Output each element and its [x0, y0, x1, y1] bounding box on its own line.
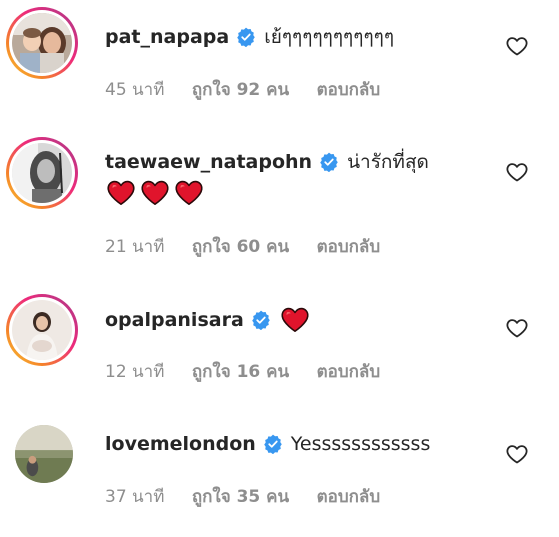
reply-button[interactable]: ตอบกลับ	[317, 79, 381, 101]
heart-outline-icon[interactable]	[505, 316, 529, 340]
reply-button[interactable]: ตอบกลับ	[317, 486, 381, 508]
comment-meta: 37 นาที ถูกใจ 35 คน ตอบกลับ	[105, 486, 380, 508]
emoji-row	[107, 180, 203, 206]
avatar-story-ring[interactable]	[6, 7, 78, 79]
heart-outline-icon[interactable]	[505, 34, 529, 58]
comment-meta: 21 นาที ถูกใจ 60 คน ตอบกลับ	[105, 236, 380, 258]
comment-header: pat_napapa เย้ๆๆๆๆๆๆๆๆๆๆๆ	[105, 25, 394, 49]
comment-header: lovemelondon Yessssssssssss	[105, 432, 430, 456]
comment-time[interactable]: 45 นาที	[105, 79, 164, 101]
avatar[interactable]	[15, 425, 73, 483]
comment-time[interactable]: 37 นาที	[105, 486, 164, 508]
avatar	[12, 13, 72, 73]
username-link[interactable]: opalpanisara	[105, 308, 244, 332]
likes-count-button[interactable]: ถูกใจ 16 คน	[192, 361, 289, 383]
comment-text: Yessssssssssss	[290, 433, 431, 455]
likes-count-button[interactable]: ถูกใจ 92 คน	[192, 79, 289, 101]
avatar-story-ring[interactable]	[6, 137, 78, 209]
red-heart-emoji	[141, 180, 169, 206]
comment-header: taewaew_natapohn น่ารักที่สุด	[105, 150, 429, 174]
red-heart-emoji	[175, 180, 203, 206]
comment-time[interactable]: 12 นาที	[105, 361, 164, 383]
avatar	[12, 300, 72, 360]
avatar-border	[9, 10, 75, 76]
comment-text: น่ารักที่สุด	[347, 151, 429, 173]
verified-badge-icon	[319, 152, 339, 172]
username-link[interactable]: lovemelondon	[105, 432, 256, 456]
comment-header: opalpanisara	[105, 307, 309, 333]
comment-meta: 12 นาที ถูกใจ 16 คน ตอบกลับ	[105, 361, 380, 383]
verified-badge-icon	[251, 310, 271, 330]
heart-outline-icon[interactable]	[505, 160, 529, 184]
likes-count-button[interactable]: ถูกใจ 60 คน	[192, 236, 289, 258]
verified-badge-icon	[263, 434, 283, 454]
comment-text: เย้ๆๆๆๆๆๆๆๆๆๆๆ	[264, 26, 395, 48]
reply-button[interactable]: ตอบกลับ	[317, 236, 381, 258]
avatar-border	[9, 140, 75, 206]
comment-meta: 45 นาที ถูกใจ 92 คน ตอบกลับ	[105, 79, 380, 101]
avatar	[12, 143, 72, 203]
reply-button[interactable]: ตอบกลับ	[317, 361, 381, 383]
likes-count-button[interactable]: ถูกใจ 35 คน	[192, 486, 289, 508]
red-heart-emoji	[281, 307, 309, 333]
comment-time[interactable]: 21 นาที	[105, 236, 164, 258]
avatar-border	[9, 297, 75, 363]
username-link[interactable]: taewaew_natapohn	[105, 150, 312, 174]
avatar-story-ring[interactable]	[6, 294, 78, 366]
verified-badge-icon	[236, 27, 256, 47]
red-heart-emoji	[107, 180, 135, 206]
heart-outline-icon[interactable]	[505, 442, 529, 466]
username-link[interactable]: pat_napapa	[105, 25, 229, 49]
